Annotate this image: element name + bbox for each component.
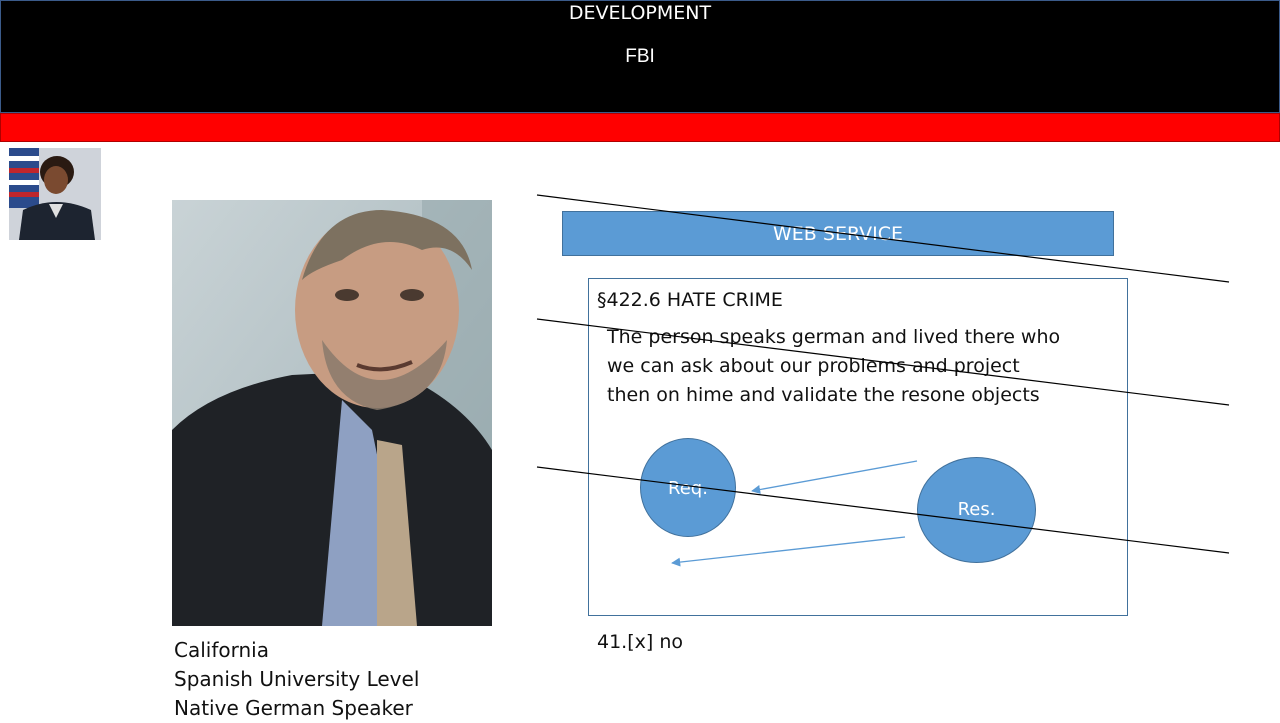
- small-portrait-photo: [9, 148, 101, 240]
- header-title: FBI: [625, 46, 655, 67]
- response-circle: Res.: [917, 457, 1036, 563]
- bio-line-location: California: [174, 638, 269, 662]
- response-label: Res.: [957, 499, 996, 520]
- bio-line-spanish: Spanish University Level: [174, 667, 420, 691]
- crime-title: §422.6 HATE CRIME: [597, 289, 783, 311]
- crime-line-2: we can ask about our problems and projec…: [607, 355, 1020, 377]
- crime-line-1: The person speaks german and lived there…: [607, 326, 1061, 348]
- request-circle: Req.: [640, 438, 736, 537]
- crime-description: The person speaks german and lived there…: [607, 323, 1107, 410]
- web-service-label: WEB SERVICE: [773, 223, 903, 245]
- banner-title: DEVELOPMENT: [568, 2, 712, 24]
- main-portrait-photo: [172, 200, 492, 626]
- footer-note: 41.[x] no: [597, 631, 683, 653]
- bio-text: California Spanish University Level Nati…: [174, 636, 419, 723]
- development-banner: [0, 113, 1280, 142]
- bio-line-german: Native German Speaker: [174, 696, 413, 720]
- request-label: Req.: [668, 478, 708, 499]
- web-service-bar: WEB SERVICE: [562, 211, 1114, 256]
- crime-line-3: then on hime and validate the resone obj…: [607, 384, 1040, 406]
